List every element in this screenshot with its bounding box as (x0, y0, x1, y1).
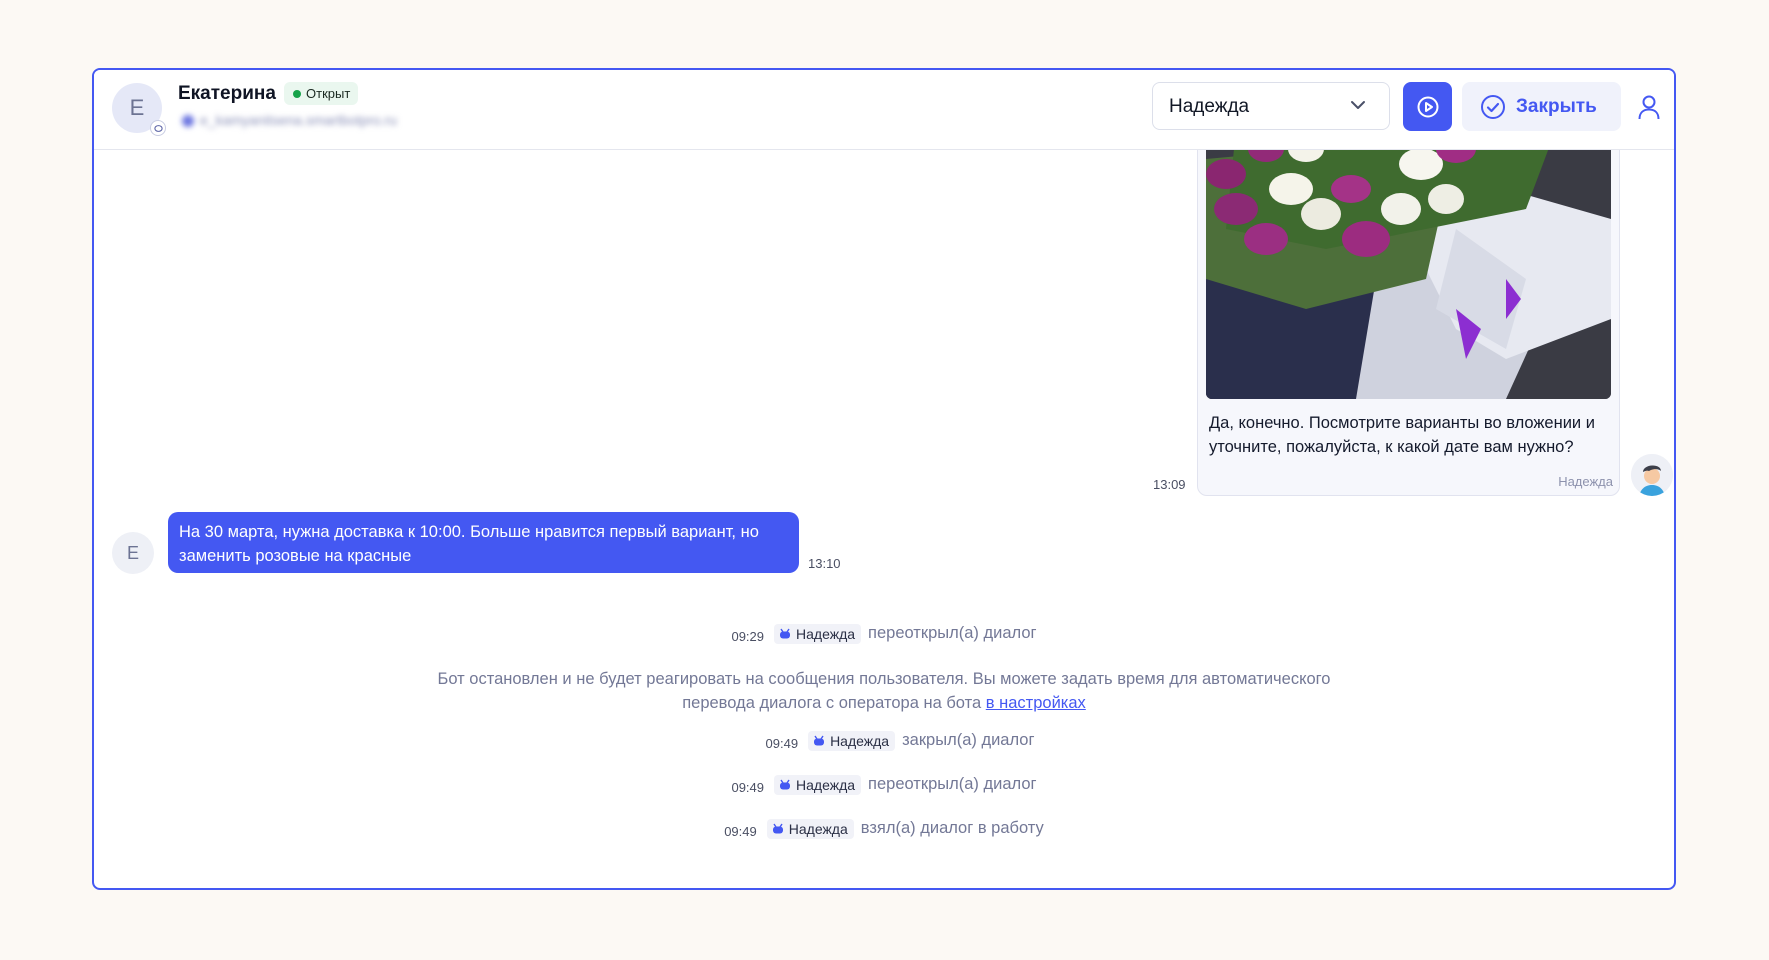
system-event: 09:49 Надежда взял(а) диалог в работу (94, 818, 1674, 839)
event-action: переоткрыл(а) диалог (868, 624, 1037, 642)
attachment-image[interactable] (1206, 129, 1611, 399)
assignee-select[interactable]: Надежда (1152, 82, 1390, 130)
chevron-down-icon (1351, 101, 1365, 109)
bot-icon (772, 823, 783, 834)
close-dialog-button[interactable]: Закрыть (1462, 82, 1621, 131)
agent-avatar (1631, 454, 1673, 496)
event-actor: Надежда (796, 776, 856, 793)
system-event: 09:29 Надежда переоткрыл(а) диалог (94, 623, 1674, 644)
event-actor-tag: Надежда (766, 818, 854, 839)
start-bot-button[interactable] (1403, 82, 1452, 131)
system-event: 09:49 Надежда закрыл(а) диалог (94, 730, 1674, 751)
user-message-text: На 30 марта, нужна доставка к 10:00. Бол… (179, 523, 759, 565)
user-avatar: Е (112, 532, 154, 574)
agent-message-sender: Надежда (1558, 474, 1613, 489)
bot-icon (780, 628, 791, 639)
chat-icon (150, 120, 166, 136)
event-actor-tag: Надежда (774, 774, 862, 795)
notice-text: Бот остановлен и не будет реагировать на… (437, 670, 1331, 712)
contact-email: e_kamyanitsena.smartbotpro.ru (182, 112, 397, 128)
user-message: На 30 марта, нужна доставка к 10:00. Бол… (168, 512, 799, 573)
event-time: 09:29 (731, 629, 765, 644)
event-actor-tag: Надежда (808, 730, 896, 751)
chat-header: Е Екатерина Открыт e_kamyanitsena.smartb… (94, 70, 1674, 150)
bot-icon (814, 735, 825, 746)
user-icon (1638, 95, 1660, 120)
event-actor-tag: Надежда (774, 623, 862, 644)
agent-message-time: 13:09 (1153, 477, 1186, 492)
event-action: закрыл(а) диалог (902, 731, 1035, 749)
status-badge: Открыт (284, 82, 359, 105)
event-actor: Надежда (796, 625, 856, 642)
status-dot (293, 90, 301, 98)
event-time: 09:49 (765, 736, 799, 751)
status-label: Открыт (306, 86, 351, 101)
bot-icon (780, 779, 791, 790)
play-icon (1417, 96, 1438, 117)
check-circle-icon (1481, 94, 1505, 119)
event-action: переоткрыл(а) диалог (868, 775, 1037, 793)
event-actor: Надежда (830, 732, 890, 749)
chat-window: Е Екатерина Открыт e_kamyanitsena.smartb… (92, 68, 1676, 890)
contact-email-text: e_kamyanitsena.smartbotpro.ru (200, 112, 397, 128)
event-actor: Надежда (788, 820, 848, 837)
system-event: 09:49 Надежда переоткрыл(а) диалог (94, 774, 1674, 795)
event-action: взял(а) диалог в работу (860, 819, 1044, 837)
event-time: 09:49 (731, 780, 765, 795)
bot-stopped-notice: Бот остановлен и не будет реагировать на… (414, 667, 1354, 715)
event-time: 09:49 (724, 824, 757, 839)
agent-message-text: Да, конечно. Посмотрите варианты во влож… (1209, 414, 1595, 456)
settings-link[interactable]: в настройках (986, 694, 1086, 712)
close-dialog-label: Закрыть (1516, 95, 1597, 117)
contact-name: Екатерина (178, 83, 276, 104)
agent-message: Да, конечно. Посмотрите варианты во влож… (1197, 128, 1620, 496)
contact-profile-button[interactable] (1635, 92, 1663, 122)
assignee-select-value: Надежда (1169, 96, 1250, 117)
user-message-time: 13:10 (808, 556, 841, 571)
